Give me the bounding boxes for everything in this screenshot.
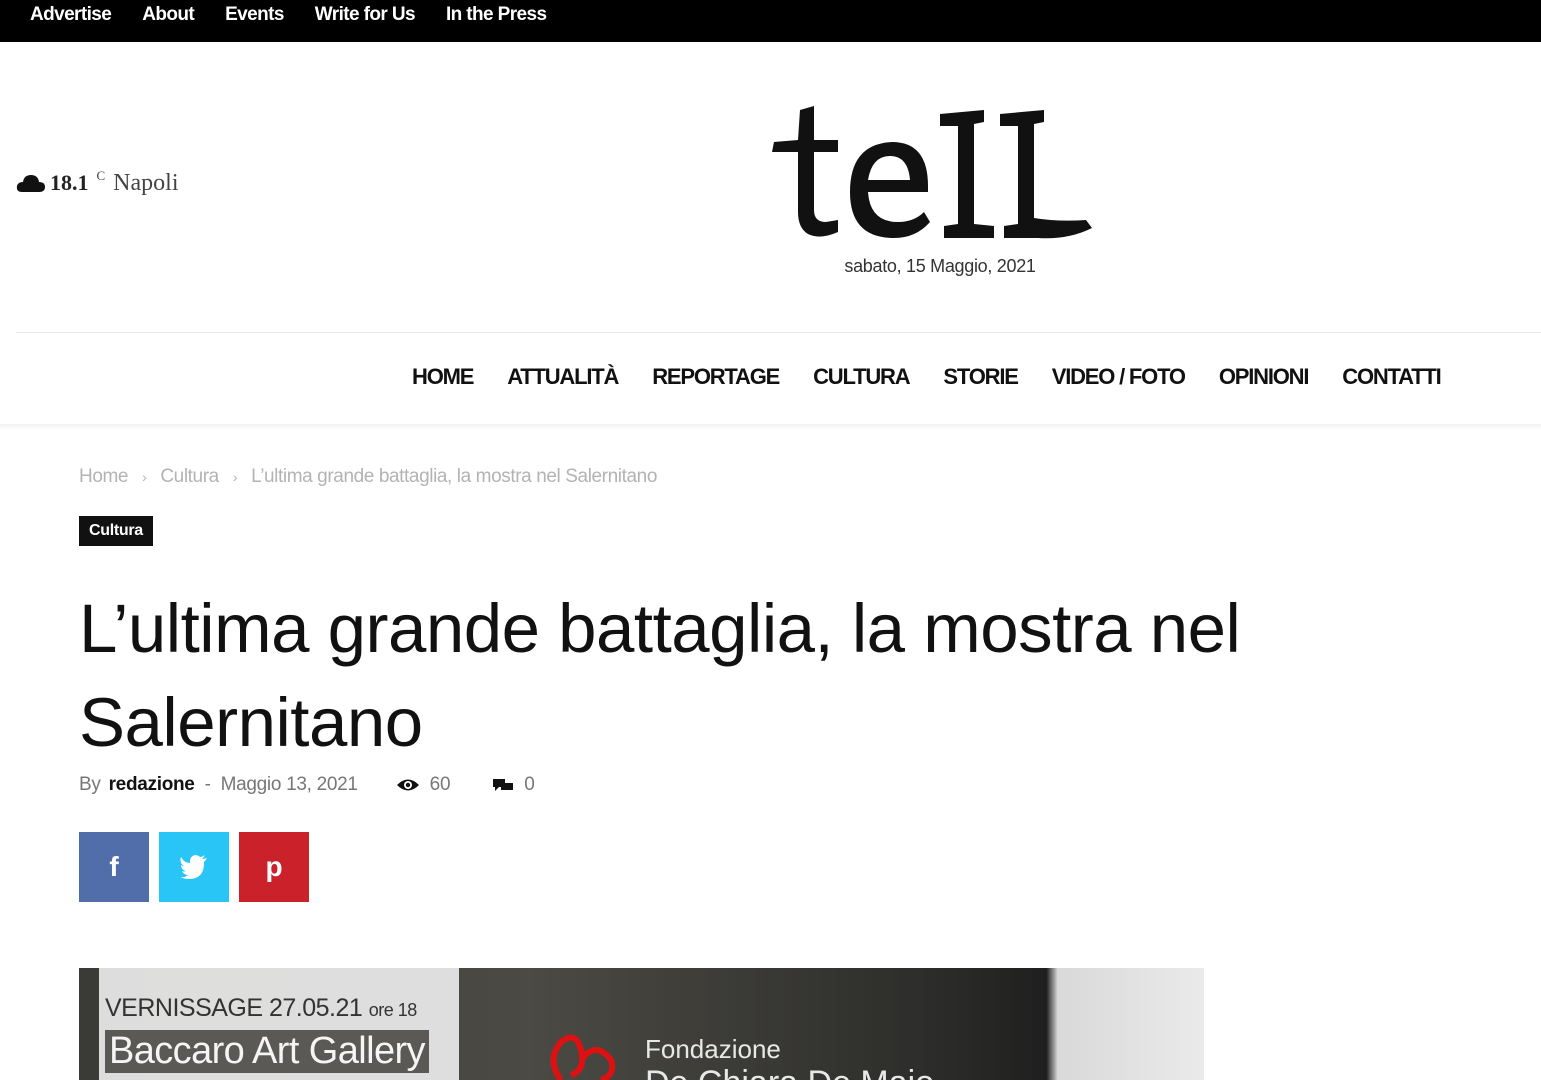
poster-vernissage: VERNISSAGE 27.05.21 ore 18	[105, 994, 417, 1023]
poster-fondazione: Fondazione	[645, 1034, 781, 1064]
eye-icon	[396, 779, 419, 791]
header-divider	[16, 332, 1541, 333]
nav-item-attualita[interactable]: ATTUALITÀ	[507, 364, 619, 390]
vernissage-text: VERNISSAGE 27.05.21	[105, 994, 363, 1022]
facebook-share-button[interactable]: f	[79, 832, 149, 902]
author-link[interactable]: redazione	[109, 774, 195, 796]
share-buttons: f p	[79, 832, 309, 902]
top-link-advertise[interactable]: Advertise	[30, 4, 112, 26]
twitter-share-button[interactable]	[159, 832, 229, 902]
top-link-write-for-us[interactable]: Write for Us	[315, 4, 416, 26]
weather-widget: 18.1 C Napoli	[16, 168, 179, 197]
breadcrumb: Home › Cultura › L’ultima grande battagl…	[79, 466, 657, 488]
article-meta: By redazione - Maggio 13, 2021 60 0	[79, 774, 535, 796]
fondazione-logo-icon	[550, 1034, 616, 1080]
nav-item-opinioni[interactable]: OPINIONI	[1219, 364, 1310, 390]
category-badge[interactable]: Cultura	[79, 516, 153, 546]
meta-separator: -	[204, 774, 211, 795]
comments-value: 0	[524, 774, 535, 795]
chevron-right-icon: ›	[142, 469, 147, 485]
pinterest-icon: p	[265, 851, 283, 882]
breadcrumb-current: L’ultima grande battaglia, la mostra nel…	[251, 466, 657, 487]
weather-temp: 18.1	[50, 170, 89, 195]
tell-logo	[772, 106, 1092, 239]
pinterest-share-button[interactable]: p	[239, 832, 309, 902]
top-link-in-the-press[interactable]: In the Press	[446, 4, 547, 26]
poster-gallery: Baccaro Art Gallery	[105, 1030, 429, 1073]
nav-item-storie[interactable]: STORIE	[943, 364, 1019, 390]
by-label: By	[79, 774, 101, 795]
article-title: L’ultima grande battaglia, la mostra nel…	[79, 590, 1241, 761]
site-logo[interactable]	[768, 100, 1098, 245]
weather-unit: C	[96, 168, 106, 183]
top-link-about[interactable]: About	[142, 4, 194, 26]
weather-city: Napoli	[113, 170, 179, 196]
facebook-icon: f	[109, 851, 119, 882]
top-link-events[interactable]: Events	[225, 4, 284, 26]
breadcrumb-home[interactable]: Home	[79, 466, 128, 488]
comments-icon	[493, 779, 514, 791]
header-date: sabato, 15 Maggio, 2021	[844, 256, 1036, 276]
views-value: 60	[429, 774, 451, 795]
top-bar: Advertise About Events Write for Us In t…	[0, 0, 1541, 42]
cloud-icon	[16, 175, 45, 192]
comments-count[interactable]: 0	[492, 774, 535, 796]
poster-info-card: VERNISSAGE 27.05.21 ore 18 Baccaro Art G…	[99, 968, 459, 1080]
top-links: Advertise About Events Write for Us In t…	[30, 0, 547, 30]
views-count: 60	[396, 774, 451, 796]
nav-item-home[interactable]: HOME	[412, 364, 474, 390]
nav-item-cultura[interactable]: CULTURA	[813, 364, 911, 390]
nav-item-video-foto[interactable]: VIDEO / FOTO	[1052, 364, 1186, 390]
vernissage-time: ore 18	[368, 1000, 418, 1020]
twitter-icon	[180, 855, 207, 879]
featured-image: VERNISSAGE 27.05.21 ore 18 Baccaro Art G…	[79, 968, 1204, 1080]
main-nav: HOME ATTUALITÀ REPORTAGE CULTURA STORIE …	[412, 364, 1442, 390]
nav-shadow	[0, 424, 1541, 430]
breadcrumb-section[interactable]: Cultura	[160, 466, 219, 488]
poster-fondazione-name: De Chiara De Maio	[645, 1064, 934, 1080]
chevron-right-icon: ›	[232, 469, 238, 485]
nav-item-reportage[interactable]: REPORTAGE	[652, 364, 780, 390]
article-date: Maggio 13, 2021	[220, 774, 358, 795]
nav-item-contatti[interactable]: CONTATTI	[1342, 364, 1442, 390]
